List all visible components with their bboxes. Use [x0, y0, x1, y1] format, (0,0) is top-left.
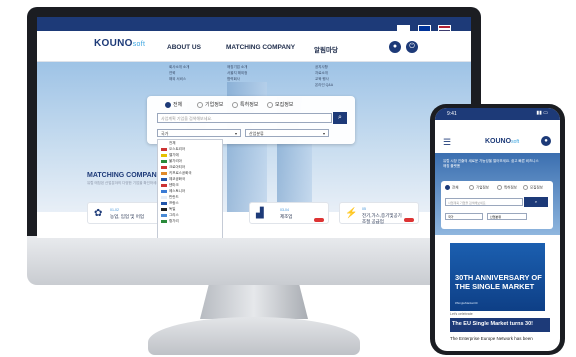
- radio-dot: [165, 101, 171, 108]
- signal-battery-icon: ▮▮ ▭: [536, 110, 548, 116]
- phone-user-icon[interactable]: ●: [541, 136, 551, 146]
- nav-notice[interactable]: 알림마당: [314, 44, 338, 54]
- status-badge: [314, 218, 324, 222]
- submenu-item[interactable]: 협력회사: [227, 76, 247, 82]
- flag-icon: [161, 219, 167, 223]
- flag-icon: [161, 147, 167, 151]
- matching-subtitle: 유럽 매칭된 산업분야의 다양한 기업을 확인하세요.: [87, 181, 161, 185]
- radio-dot: [445, 185, 450, 190]
- phone-logo[interactable]: KOUNOsoft: [485, 138, 519, 145]
- phone-tab-patent[interactable]: 특허정보: [497, 185, 517, 190]
- flag-icon: [161, 177, 167, 181]
- card-number: 05: [362, 207, 366, 211]
- news-body: The Enterprise Europe Network has been: [450, 336, 533, 341]
- lightning-icon: ⚡: [345, 208, 358, 219]
- flag-icon: [161, 189, 167, 193]
- phone-tab-company[interactable]: 기업정보: [469, 185, 489, 190]
- phone-status-bar: 9:41 ▮▮ ▭: [435, 108, 560, 120]
- news-banner-image[interactable]: 30TH ANNIVERSARY OF THE SINGLE MARKET #S…: [450, 243, 545, 311]
- phone-tab-recruit[interactable]: 모집정보: [523, 185, 543, 190]
- matching-title: MATCHING COMPANY: [87, 172, 162, 179]
- tab-company[interactable]: 기업정보: [197, 101, 223, 108]
- news-kicker: Let's celebrate: [450, 312, 473, 316]
- search-button[interactable]: ⌕: [333, 112, 347, 124]
- monitor-stand-neck: [200, 285, 308, 319]
- radio-dot: [469, 185, 474, 190]
- flag-icon: [161, 153, 167, 157]
- news-headline: The EU Single Market turns 30!: [452, 321, 533, 327]
- site-logo[interactable]: KOUNOsoft: [94, 38, 145, 49]
- user-icon[interactable]: ●: [389, 41, 401, 53]
- industry-card[interactable]: ⚡ 05 전기,가스,증기및공기조절 공급업: [339, 202, 419, 224]
- country-dropdown: 전체 오스트리아 벨기에 불가리아 크로아티아 키프로스공화국 체코공화국 덴마…: [157, 139, 223, 238]
- chevron-down-icon: ▾: [322, 131, 325, 136]
- flag-icon: [161, 213, 167, 217]
- status-badge: [404, 218, 414, 222]
- phone-search-button[interactable]: ⌕: [524, 197, 548, 207]
- industry-card[interactable]: ✿ 01-02 농업, 임업 및 어업: [87, 202, 167, 224]
- hamburger-menu-icon[interactable]: ☰: [443, 137, 451, 148]
- flag-icon: [161, 159, 167, 163]
- banner-title: 30TH ANNIVERSARY OF THE SINGLE MARKET: [455, 273, 542, 291]
- flag-icon: [161, 183, 167, 187]
- card-label: 농업, 임업 및 어업: [110, 214, 144, 219]
- chevron-down-icon: ▾: [234, 131, 237, 136]
- tab-all[interactable]: 전체: [165, 101, 182, 108]
- submenu-matching: 매칭기업 소개 서울지 해외정 협력회사: [227, 64, 247, 82]
- status-time: 9:41: [447, 111, 457, 117]
- phone-country-select[interactable]: 국가: [445, 213, 483, 220]
- submenu-about: 회사소개 소개 연혁 해외 서비스: [169, 64, 189, 82]
- plant-icon: ✿: [94, 208, 103, 219]
- submenu-item[interactable]: 온라인 Q&A: [315, 82, 333, 88]
- language-bar: [37, 17, 471, 33]
- factory-icon: ▟: [256, 208, 264, 219]
- card-label: 제조업: [280, 214, 293, 219]
- banner-tag: #SingleMarket30: [455, 301, 478, 305]
- flag-icon: [161, 201, 167, 205]
- nav-about-us[interactable]: ABOUT US: [167, 44, 201, 51]
- search-icon: ⌕: [338, 114, 342, 121]
- flag-icon: [161, 165, 167, 169]
- radio-dot: [197, 101, 203, 108]
- monitor-chin: [27, 236, 481, 285]
- submenu-notice: 공지사항 자료소개 교육 행사 온라인 Q&A: [315, 64, 333, 88]
- flag-icon: [161, 207, 167, 211]
- tab-recruit[interactable]: 모집정보: [267, 101, 293, 108]
- industry-select[interactable]: 산업분류 ▾: [245, 129, 329, 137]
- phone-industry-select[interactable]: 산업분류: [487, 213, 527, 220]
- desktop-screen: KOUNOsoft ABOUT US MATCHING COMPANY 알림마당…: [37, 17, 471, 238]
- radio-dot: [523, 185, 528, 190]
- phone-header: [435, 120, 560, 153]
- radio-dot: [232, 101, 238, 108]
- dropdown-option[interactable]: 헝가리: [158, 218, 222, 224]
- radio-dot: [267, 101, 273, 108]
- phone-hero: 유럽 시장 진출의 새로운 가능성을 열어보세요. 쉽고 빠른 비즈니스 매칭 …: [435, 153, 560, 235]
- logout-icon[interactable]: ⏻: [406, 41, 418, 53]
- phone-tab-all[interactable]: 전체: [445, 185, 458, 190]
- card-number: 01-02: [110, 208, 119, 212]
- hero-text: 유럽 시장 진출의 새로운 가능성을 열어보세요. 쉽고 빠른 비즈니스 매칭 …: [443, 159, 539, 168]
- industry-card[interactable]: ▟ 03-04 제조업: [249, 202, 329, 224]
- radio-dot: [497, 185, 502, 190]
- country-select[interactable]: 국가 ▾: [157, 129, 241, 137]
- search-icon: ⌕: [534, 199, 538, 204]
- phone-screen: 9:41 ▮▮ ▭ ☰ KOUNOsoft ● 유럽 시장 진출의 새로운 가능…: [435, 108, 560, 351]
- phone-search-input[interactable]: 사업계획 기업을 검색해보세요.: [445, 198, 523, 206]
- monitor-stand-base: [148, 317, 360, 355]
- search-input[interactable]: 사업계획 기업을 검색해보세요.: [157, 113, 332, 123]
- card-label: 전기,가스,증기및공기조절 공급업: [362, 213, 402, 224]
- card-number: 03-04: [280, 208, 289, 212]
- flag-icon: [161, 171, 167, 175]
- flag-icon: [161, 195, 167, 199]
- submenu-item[interactable]: 해외 서비스: [169, 76, 189, 82]
- tab-patent[interactable]: 특허정보: [232, 101, 258, 108]
- nav-matching-company[interactable]: MATCHING COMPANY: [226, 44, 295, 51]
